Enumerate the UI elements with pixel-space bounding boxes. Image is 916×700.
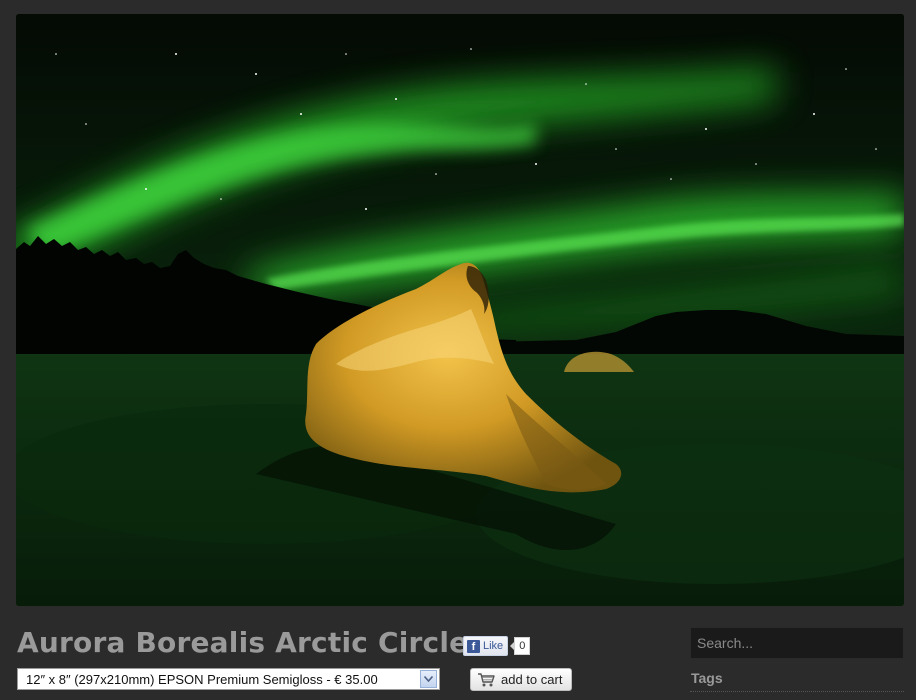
facebook-icon: f	[467, 639, 480, 653]
like-label: Like	[483, 640, 504, 652]
print-size-selected-value: 12″ x 8″ (297x210mm) EPSON Premium Semig…	[26, 671, 378, 687]
shopping-cart-icon	[477, 672, 495, 688]
tags-divider	[690, 691, 904, 692]
add-to-cart-button[interactable]: add to cart	[470, 668, 572, 691]
product-title: Aurora Borealis Arctic Circle	[17, 626, 469, 659]
product-photo[interactable]	[16, 14, 904, 606]
print-size-select[interactable]: 12″ x 8″ (297x210mm) EPSON Premium Semig…	[17, 668, 440, 690]
search-input[interactable]	[690, 627, 904, 659]
aurora-photo-image	[16, 14, 904, 606]
facebook-like-button[interactable]: f Like	[463, 636, 509, 656]
like-count: 0	[510, 637, 531, 655]
tags-heading: Tags	[691, 670, 723, 686]
chevron-down-icon[interactable]	[420, 670, 437, 688]
add-to-cart-label: add to cart	[501, 672, 563, 687]
facebook-like-widget: f Like 0	[463, 636, 531, 656]
